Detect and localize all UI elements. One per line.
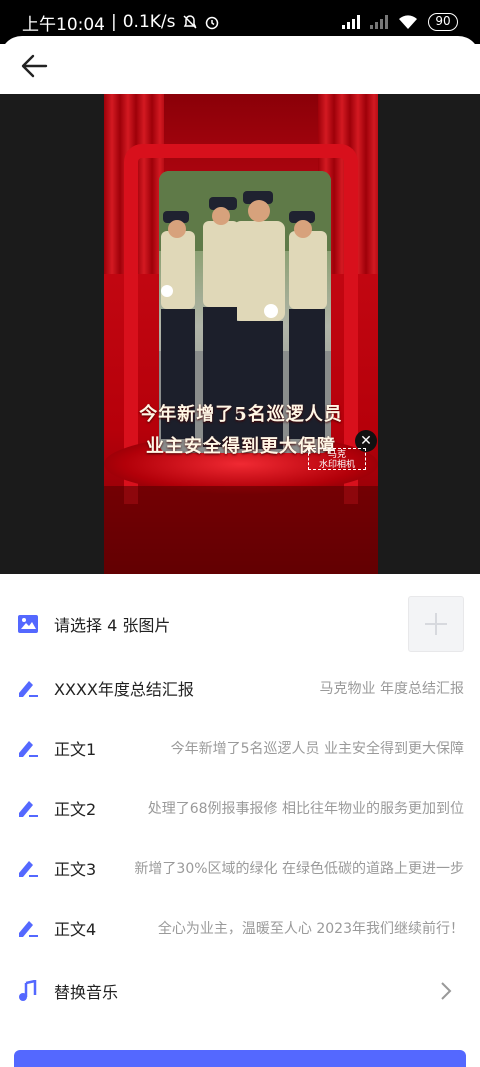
title-row[interactable]: XXXX年度总结汇报 马克物业 年度总结汇报: [0, 658, 480, 718]
music-note-icon: [16, 979, 40, 1003]
body3-row[interactable]: 正文3 新增了30%区域的绿化 在绿色低碳的道路上更进一步: [0, 838, 480, 898]
status-time: 上午10:04: [22, 14, 105, 35]
body1-value[interactable]: 今年新增了5名巡逻人员 业主安全得到更大保障: [171, 738, 464, 758]
body2-row[interactable]: 正文2 处理了68例报事报修 相比往年物业的服务更加到位: [0, 778, 480, 838]
select-images-label: 请选择 4 张图片: [54, 616, 171, 635]
preview-caption-line1: 今年新增了5名巡逻人员: [139, 404, 343, 425]
replace-music-label: 替换音乐: [54, 983, 119, 1002]
signal-weak-icon: [370, 15, 388, 29]
battery-indicator: 90: [428, 13, 458, 31]
network-speed: 0.1K/s: [122, 12, 176, 32]
title-value[interactable]: 马克物业 年度总结汇报: [320, 678, 464, 698]
template-preview[interactable]: [0, 94, 480, 574]
body4-value[interactable]: 全心为业主，温暖至人心 2023年我们继续前行！: [158, 918, 464, 938]
edit-icon: [16, 736, 40, 760]
edit-icon: [16, 856, 40, 880]
body4-row[interactable]: 正文4 全心为业主，温暖至人心 2023年我们继续前行！: [0, 898, 480, 958]
watermark-stamp: 马克 水印相机: [308, 448, 366, 470]
caption-band: [104, 486, 378, 574]
arrow-left-icon: [21, 54, 48, 78]
title-label: XXXX年度总结汇报: [54, 680, 194, 699]
body1-label: 正文1: [54, 740, 97, 759]
mute-bell-icon: [182, 15, 197, 29]
bottom-action-button[interactable]: [14, 1050, 466, 1067]
close-icon: ✕: [360, 433, 372, 449]
edit-icon: [16, 676, 40, 700]
back-button[interactable]: [14, 46, 54, 86]
top-app-bar: [0, 36, 480, 94]
edit-icon: [16, 916, 40, 940]
wifi-icon: [399, 15, 417, 29]
body4-label: 正文4: [54, 920, 97, 939]
signal-icon: [342, 15, 360, 29]
replace-music-row[interactable]: 替换音乐: [0, 961, 480, 1021]
body1-row[interactable]: 正文1 今年新增了5名巡逻人员 业主安全得到更大保障: [0, 718, 480, 778]
body3-label: 正文3: [54, 860, 97, 879]
plus-icon: [425, 613, 447, 635]
body3-value[interactable]: 新增了30%区域的绿化 在绿色低碳的道路上更进一步: [134, 858, 464, 878]
add-image-button[interactable]: [408, 596, 464, 652]
image-icon: [16, 612, 40, 636]
edit-icon: [16, 796, 40, 820]
body2-value[interactable]: 处理了68例报事报修 相比往年物业的服务更加到位: [148, 798, 464, 818]
alarm-icon: [205, 16, 218, 30]
body2-label: 正文2: [54, 800, 97, 819]
chevron-right-icon: [441, 982, 452, 1000]
